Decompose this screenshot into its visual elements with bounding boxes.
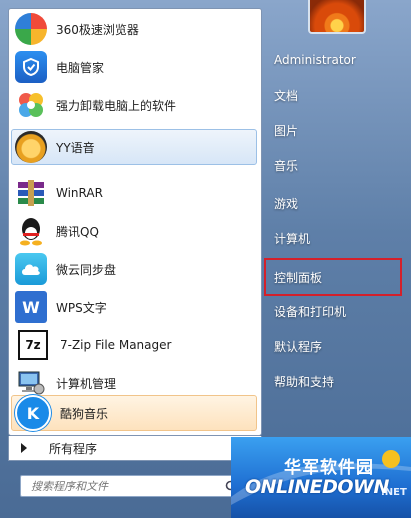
all-programs-button[interactable]: 所有程序 — [8, 436, 262, 461]
right-item-user[interactable]: Administrator — [266, 45, 400, 75]
program-label: 计算机管理 — [56, 376, 117, 391]
program-label: 酷狗音乐 — [60, 406, 109, 421]
program-item[interactable]: YY语音 — [11, 129, 257, 165]
control-panel-highlight — [264, 258, 402, 296]
right-item-documents[interactable]: 文档 — [266, 80, 400, 110]
360-browser-icon — [15, 13, 47, 45]
yy-voice-icon — [15, 131, 47, 163]
program-label: 微云同步盘 — [56, 262, 117, 277]
games-label: 游戏 — [274, 196, 299, 211]
right-item-devices-printers[interactable]: 设备和打印机 — [266, 296, 400, 326]
pictures-label: 图片 — [274, 123, 299, 138]
program-item[interactable]: 微云同步盘 — [11, 251, 257, 287]
watermark-logo: 华军软件园 ONLINEDOWN .NET — [231, 437, 411, 518]
kugou-icon: K — [15, 395, 51, 431]
program-item[interactable]: 7z 7-Zip File Manager — [11, 327, 257, 363]
watermark-en: ONLINEDOWN — [245, 476, 389, 498]
program-item[interactable]: WinRAR — [11, 175, 257, 211]
computer-label: 计算机 — [274, 231, 311, 246]
help-support-label: 帮助和支持 — [274, 374, 335, 389]
program-label: 7-Zip File Manager — [60, 338, 172, 352]
program-item[interactable]: 360极速浏览器 — [11, 11, 257, 47]
qq-icon — [15, 215, 47, 247]
program-item[interactable]: 电脑管家 — [11, 49, 257, 85]
programs-panel: 360极速浏览器 电脑管家 强力卸载电脑上的软件 YY语音 WinRAR 腾讯Q… — [8, 8, 262, 436]
program-label: YY语音 — [56, 140, 95, 155]
uninstaller-icon — [15, 89, 47, 121]
right-item-music[interactable]: 音乐 — [266, 150, 400, 180]
all-programs-label: 所有程序 — [49, 441, 98, 456]
wps-icon: W — [15, 291, 47, 323]
program-label: 电脑管家 — [56, 60, 105, 75]
user-name: Administrator — [274, 53, 356, 67]
pc-manager-icon — [15, 51, 47, 83]
program-label: 360极速浏览器 — [56, 22, 139, 37]
program-item[interactable]: W WPS文字 — [11, 289, 257, 325]
program-label: WPS文字 — [56, 300, 107, 315]
documents-label: 文档 — [274, 88, 299, 103]
right-item-computer[interactable]: 计算机 — [266, 223, 400, 253]
devices-printers-label: 设备和打印机 — [274, 304, 347, 319]
program-label: 强力卸载电脑上的软件 — [56, 98, 177, 113]
watermark-suffix: .NET — [381, 487, 407, 498]
user-avatar[interactable] — [308, 0, 366, 34]
winrar-icon — [15, 177, 47, 209]
watermark-cn: 华军软件园 — [284, 458, 374, 478]
weiyun-icon — [15, 253, 47, 285]
right-item-pictures[interactable]: 图片 — [266, 115, 400, 145]
program-label: 腾讯QQ — [56, 224, 99, 239]
right-item-help-support[interactable]: 帮助和支持 — [266, 366, 400, 396]
program-item[interactable]: K 酷狗音乐 — [11, 395, 257, 431]
default-programs-label: 默认程序 — [274, 339, 323, 354]
program-label: WinRAR — [56, 186, 103, 200]
right-item-games[interactable]: 游戏 — [266, 188, 400, 218]
program-item[interactable]: 腾讯QQ — [11, 213, 257, 249]
search-box[interactable] — [20, 475, 246, 497]
program-item[interactable]: 强力卸载电脑上的软件 — [11, 87, 257, 123]
right-item-default-programs[interactable]: 默认程序 — [266, 331, 400, 361]
triangle-right-icon — [21, 443, 27, 453]
search-input[interactable] — [29, 476, 223, 496]
7zip-icon: 7z — [18, 330, 48, 360]
music-label: 音乐 — [274, 158, 299, 173]
